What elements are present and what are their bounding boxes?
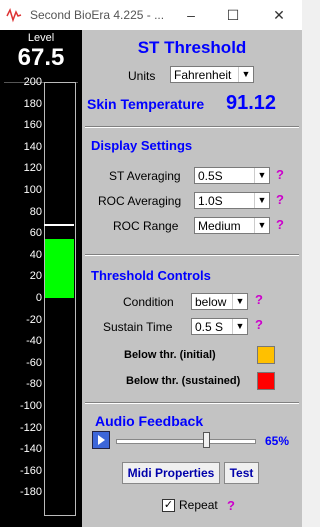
play-button[interactable] — [92, 431, 110, 449]
st-averaging-select[interactable]: 0.5S ▼ — [194, 167, 270, 184]
sustain-time-help-icon[interactable]: ? — [255, 317, 263, 332]
separator — [85, 254, 299, 256]
meter-tick-label: -160 — [19, 464, 42, 477]
maximize-icon[interactable]: ☐ — [216, 2, 250, 28]
close-icon[interactable]: ✕ — [262, 2, 296, 28]
level-value: 67.5 — [17, 44, 65, 71]
below-initial-label: Below thr. (initial) — [124, 349, 216, 361]
roc-range-help-icon[interactable]: ? — [276, 217, 284, 232]
chevron-down-icon: ▼ — [238, 67, 253, 82]
panel-title: ST Threshold — [137, 38, 247, 57]
units-select[interactable]: Fahrenheit ▼ — [170, 66, 254, 83]
st-averaging-label: ST Averaging — [109, 169, 181, 183]
level-label: Level — [27, 32, 55, 44]
repeat-label: Repeat — [179, 498, 218, 512]
meter-tick-label: 40 — [29, 248, 42, 261]
repeat-help-icon[interactable]: ? — [227, 498, 235, 513]
meter-tick-label: -40 — [26, 335, 42, 348]
chevron-down-icon: ▼ — [232, 319, 247, 334]
level-meter: Level 67.5 200 180 160 140 120 100 80 60 40 20 0 -2… — [0, 30, 82, 527]
audio-feedback-title: Audio Feedback — [95, 413, 204, 429]
threshold-marker[interactable] — [44, 223, 74, 226]
minimize-icon[interactable]: – — [174, 2, 208, 28]
condition-label: Condition — [123, 295, 174, 309]
meter-tick-label: -100 — [19, 400, 42, 412]
skin-temperature-value: 91.12 — [226, 92, 277, 114]
meter-tick-label: 180 — [23, 97, 42, 110]
meter-tick-label: -140 — [19, 443, 42, 456]
meter-bar — [45, 238, 74, 298]
meter-tick-label: 100 — [23, 184, 42, 196]
volume-value: 65% — [265, 434, 290, 448]
chevron-down-icon: ▼ — [254, 193, 269, 208]
meter-tick-label: -80 — [26, 378, 42, 391]
roc-averaging-select[interactable]: 1.0S ▼ — [194, 192, 270, 209]
sustain-time-label: Sustain Time — [103, 320, 173, 334]
display-settings-title: Display Settings — [91, 138, 193, 153]
meter-tick-label: 80 — [29, 205, 42, 218]
units-label: Units — [128, 69, 156, 83]
meter-tick-label: 0 — [35, 292, 42, 304]
below-sustained-color-swatch[interactable] — [257, 372, 275, 390]
meter-tick-label: -180 — [19, 486, 42, 499]
volume-slider-thumb[interactable] — [202, 432, 210, 448]
separator — [85, 402, 299, 404]
chevron-down-icon: ▼ — [232, 294, 247, 309]
roc-averaging-label: ROC Averaging — [98, 194, 182, 208]
repeat-checkbox[interactable]: ✓ — [162, 499, 175, 512]
roc-averaging-help-icon[interactable]: ? — [276, 192, 284, 207]
play-icon — [98, 435, 105, 445]
condition-help-icon[interactable]: ? — [255, 292, 263, 307]
roc-range-select[interactable]: Medium ▼ — [194, 217, 270, 234]
chevron-down-icon: ▼ — [254, 218, 269, 233]
meter-tick-label: 20 — [29, 270, 42, 283]
meter-frame — [44, 82, 76, 516]
meter-tick-label: 140 — [23, 140, 42, 153]
meter-tick-label: 120 — [23, 162, 42, 175]
below-sustained-label: Below thr. (sustained) — [126, 375, 241, 387]
midi-properties-button[interactable]: Midi Properties — [122, 462, 220, 484]
separator — [85, 126, 299, 128]
skin-temperature-label: Skin Temperature — [87, 96, 205, 112]
sustain-time-select[interactable]: 0.5 S ▼ — [191, 318, 248, 335]
below-initial-color-swatch[interactable] — [257, 346, 275, 364]
meter-tick-label: 60 — [29, 227, 42, 240]
chevron-down-icon: ▼ — [254, 168, 269, 183]
st-averaging-help-icon[interactable]: ? — [276, 167, 284, 182]
control-panel: ST Threshold Units Fahrenheit ▼ Skin Tem… — [82, 30, 302, 527]
condition-select[interactable]: below ▼ — [191, 293, 248, 310]
meter-tick-label: 200 — [23, 76, 42, 88]
meter-tick-label: -120 — [19, 421, 42, 434]
window-title: Second BioEra 4.225 - ... — [30, 8, 165, 22]
threshold-controls-title: Threshold Controls — [91, 268, 211, 283]
meter-tick-label: -60 — [26, 356, 42, 369]
test-button[interactable]: Test — [224, 462, 259, 484]
roc-range-label: ROC Range — [113, 219, 179, 233]
meter-tick-label: -20 — [26, 313, 42, 326]
volume-slider-track[interactable] — [116, 439, 256, 444]
app-icon — [6, 7, 22, 23]
meter-tick-label: 160 — [23, 119, 42, 132]
title-bar: Second BioEra 4.225 - ... – ☐ ✕ — [0, 0, 302, 31]
